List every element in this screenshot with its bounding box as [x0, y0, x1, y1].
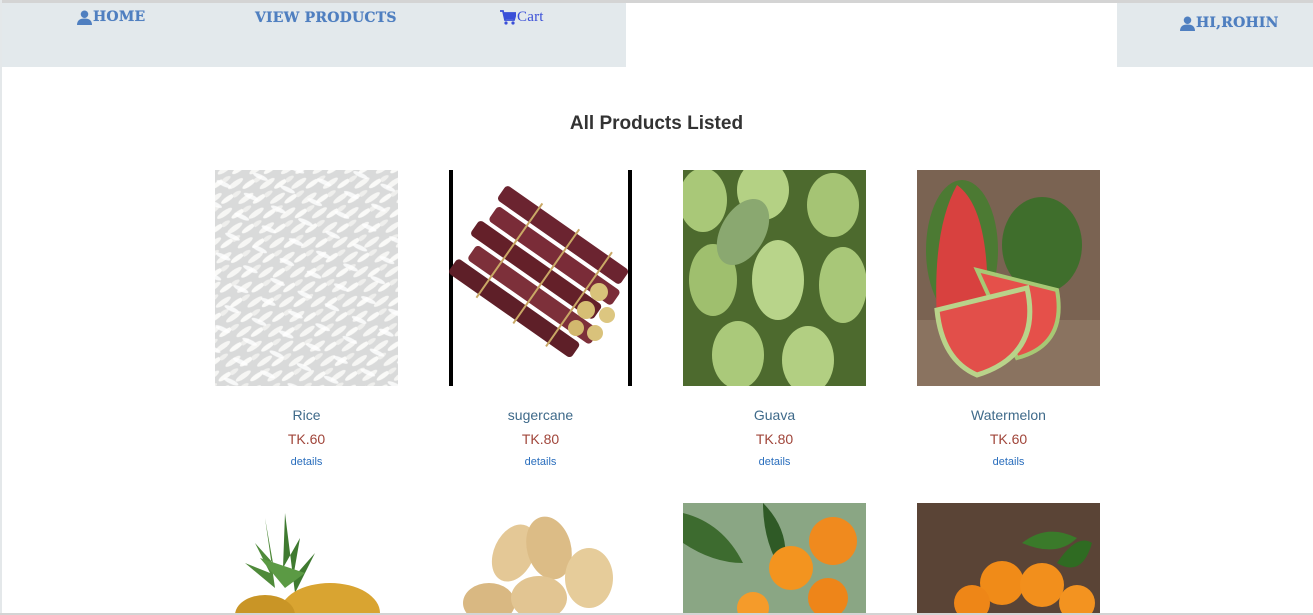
cart-icon [500, 10, 516, 25]
nav-home-label: HOME [93, 9, 146, 25]
nav-view-products-link[interactable]: VIEW PRODUCTS [255, 10, 397, 26]
product-card: Guava TK.80 details [683, 170, 866, 468]
navbar-user-area [1117, 3, 1313, 67]
product-name: Rice [292, 407, 321, 423]
orange-tree-image[interactable] [683, 503, 866, 613]
nav-cart-link[interactable]: Cart [500, 9, 544, 26]
nav-cart-label: Cart [517, 9, 544, 25]
nav-view-products-label: VIEW PRODUCTS [255, 10, 397, 26]
product-price: TK.60 [989, 431, 1028, 447]
product-price: TK.60 [287, 431, 326, 447]
product-name: Watermelon [971, 407, 1046, 423]
nav-user-label: HI,ROHIN [1196, 15, 1279, 31]
product-card [215, 503, 398, 613]
nav-user-link[interactable]: HI,ROHIN [1180, 15, 1279, 31]
sugarcane-image[interactable] [449, 170, 632, 386]
product-card [683, 503, 866, 613]
product-name: sugercane [507, 407, 574, 423]
rice-image[interactable] [215, 170, 398, 386]
peanut-image[interactable] [449, 503, 632, 613]
watermelon-image[interactable] [917, 170, 1100, 386]
page-title: All Products Listed [569, 113, 744, 134]
product-card: sugercane TK.80 details [449, 170, 632, 468]
pineapple-image[interactable] [215, 503, 398, 613]
user-icon [1180, 15, 1195, 31]
product-details-link[interactable]: details [683, 456, 866, 468]
product-details-link[interactable]: details [449, 456, 632, 468]
product-card: Rice TK.60 details [215, 170, 398, 468]
product-name: Guava [753, 407, 796, 423]
product-price: TK.80 [521, 431, 560, 447]
orange-image[interactable] [917, 503, 1100, 613]
nav-home-link[interactable]: HOME [77, 9, 145, 25]
product-card [917, 503, 1100, 613]
guava-image[interactable] [683, 170, 866, 386]
product-card [449, 503, 632, 613]
left-border [0, 0, 2, 615]
product-details-link[interactable]: details [917, 456, 1100, 468]
product-price: TK.80 [755, 431, 794, 447]
product-details-link[interactable]: details [215, 456, 398, 468]
user-icon [77, 9, 92, 25]
product-card: Watermelon TK.60 details [917, 170, 1100, 468]
